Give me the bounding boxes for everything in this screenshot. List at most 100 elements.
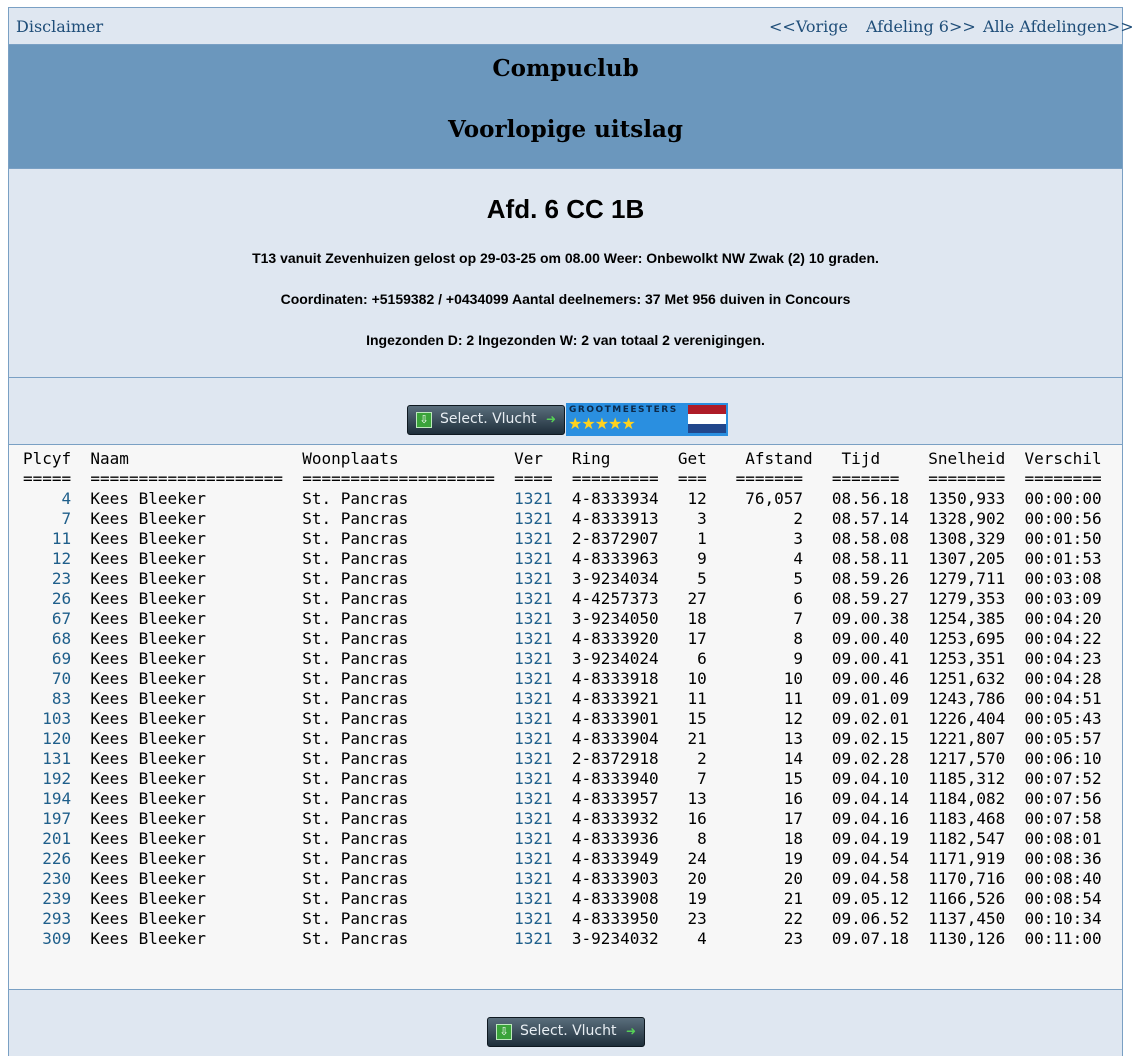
cell-plcyf[interactable]: 11 <box>23 529 71 549</box>
cell-plcyf[interactable]: 239 <box>23 889 71 909</box>
cell-verschil: 00:04:51 <box>1024 689 1102 708</box>
cell-ring: 4-8333936 <box>571 829 659 848</box>
cell-verschil: 00:01:50 <box>1024 529 1102 548</box>
table-row: 23 Kees Bleeker St. Pancras 1321 3-9234034 5 5… <box>9 569 1122 589</box>
select-vlucht-button-bottom[interactable]: ⇩ Select. Vlucht ➜ <box>487 1017 645 1047</box>
cell-plcyf[interactable]: 68 <box>23 629 71 649</box>
cell-ver[interactable]: 1321 <box>514 889 553 909</box>
cell-snelheid: 1328,902 <box>928 509 1006 528</box>
select-vlucht-button[interactable]: ⇩ Select. Vlucht ➜ <box>407 405 565 435</box>
cell-ver[interactable]: 1321 <box>514 549 553 569</box>
cell-plcyf[interactable]: 226 <box>23 849 71 869</box>
cell-ver[interactable]: 1321 <box>514 529 553 549</box>
cell-snelheid: 1350,933 <box>928 489 1006 508</box>
disclaimer-link[interactable]: Disclaimer <box>16 17 103 36</box>
cell-get: 3 <box>697 509 707 528</box>
all-afdelingen-link[interactable]: Alle Afdelingen>> <box>983 17 1132 36</box>
cell-ver[interactable]: 1321 <box>514 689 553 709</box>
cell-plcyf[interactable]: 309 <box>23 929 71 949</box>
cell-verschil: 00:05:57 <box>1024 729 1102 748</box>
column-separator: ======= <box>831 469 900 488</box>
cell-plcyf[interactable]: 192 <box>23 769 71 789</box>
cell-afstand: 2 <box>793 509 804 528</box>
cell-ver[interactable]: 1321 <box>514 649 553 669</box>
column-separator: ==== <box>514 469 553 488</box>
cell-woonplaats: St. Pancras <box>302 889 409 908</box>
cell-tijd: 09.00.38 <box>831 609 909 628</box>
cell-afstand: 21 <box>783 889 804 908</box>
cell-ring: 4-8333940 <box>571 769 659 788</box>
cell-tijd: 09.06.52 <box>831 909 909 928</box>
cell-ver[interactable]: 1321 <box>514 589 553 609</box>
table-row: 69 Kees Bleeker St. Pancras 1321 3-9234024 6 9… <box>9 649 1122 669</box>
cell-plcyf[interactable]: 26 <box>23 589 71 609</box>
cell-ver[interactable]: 1321 <box>514 489 553 509</box>
cell-naam: Kees Bleeker <box>90 809 206 828</box>
column-header-naam: Naam <box>90 449 129 468</box>
cell-plcyf[interactable]: 70 <box>23 669 71 689</box>
cell-snelheid: 1243,786 <box>928 689 1006 708</box>
cell-verschil: 00:08:40 <box>1024 869 1102 888</box>
cell-ver[interactable]: 1321 <box>514 829 553 849</box>
cell-ver[interactable]: 1321 <box>514 769 553 789</box>
top-button-row: ⇩ Select. Vlucht ➜ GROOTMEESTERS ★★★★★ <box>9 378 1122 444</box>
cell-tijd: 09.04.54 <box>831 849 909 868</box>
cell-ver[interactable]: 1321 <box>514 809 553 829</box>
cell-woonplaats: St. Pancras <box>302 729 409 748</box>
cell-plcyf[interactable]: 67 <box>23 609 71 629</box>
cell-plcyf[interactable]: 230 <box>23 869 71 889</box>
cell-ver[interactable]: 1321 <box>514 729 553 749</box>
cell-afstand: 76,057 <box>745 489 804 508</box>
grootmeesters-banner[interactable]: GROOTMEESTERS ★★★★★ <box>566 403 728 436</box>
cell-ver[interactable]: 1321 <box>514 609 553 629</box>
cell-tijd: 09.00.40 <box>831 629 909 648</box>
cell-woonplaats: St. Pancras <box>302 709 409 728</box>
cell-verschil: 00:10:34 <box>1024 909 1102 928</box>
cell-ver[interactable]: 1321 <box>514 789 553 809</box>
cell-ver[interactable]: 1321 <box>514 629 553 649</box>
cell-plcyf[interactable]: 83 <box>23 689 71 709</box>
cell-afstand: 5 <box>793 569 804 588</box>
cell-tijd: 08.58.11 <box>831 549 909 568</box>
cell-ver[interactable]: 1321 <box>514 869 553 889</box>
cell-ver[interactable]: 1321 <box>514 509 553 529</box>
cell-plcyf[interactable]: 131 <box>23 749 71 769</box>
cell-get: 1 <box>697 529 707 548</box>
cell-afstand: 6 <box>793 589 804 608</box>
cell-ver[interactable]: 1321 <box>514 709 553 729</box>
cell-ver[interactable]: 1321 <box>514 669 553 689</box>
previous-link[interactable]: <<Vorige <box>769 17 848 36</box>
cell-plcyf[interactable]: 120 <box>23 729 71 749</box>
table-row: 83 Kees Bleeker St. Pancras 1321 4-8333921 11… <box>9 689 1122 709</box>
cell-woonplaats: St. Pancras <box>302 869 409 888</box>
cell-plcyf[interactable]: 69 <box>23 649 71 669</box>
cell-ver[interactable]: 1321 <box>514 569 553 589</box>
cell-plcyf[interactable]: 103 <box>23 709 71 729</box>
cell-ver[interactable]: 1321 <box>514 929 553 949</box>
cell-plcyf[interactable]: 194 <box>23 789 71 809</box>
cell-plcyf[interactable]: 197 <box>23 809 71 829</box>
cell-plcyf[interactable]: 201 <box>23 829 71 849</box>
table-header-row: Plcyf Naam Woonplaats Ver Ring Get Afstand Tijd… <box>9 449 1122 469</box>
cell-plcyf[interactable]: 23 <box>23 569 71 589</box>
cell-tijd: 09.01.09 <box>831 689 909 708</box>
cell-plcyf[interactable]: 293 <box>23 909 71 929</box>
column-header-ring: Ring <box>571 449 611 468</box>
cell-ring: 4-8333949 <box>571 849 659 868</box>
cell-afstand: 19 <box>783 849 804 868</box>
cell-plcyf[interactable]: 4 <box>23 489 72 509</box>
column-header-snelheid: Snelheid <box>928 449 1006 468</box>
cell-verschil: 00:04:28 <box>1024 669 1102 688</box>
cell-ver[interactable]: 1321 <box>514 849 553 869</box>
cell-verschil: 00:00:56 <box>1024 509 1102 528</box>
table-row: 67 Kees Bleeker St. Pancras 1321 3-9234050 18… <box>9 609 1122 629</box>
cell-tijd: 09.02.28 <box>831 749 909 768</box>
cell-plcyf[interactable]: 12 <box>23 549 71 569</box>
cell-ver[interactable]: 1321 <box>514 909 553 929</box>
cell-woonplaats: St. Pancras <box>302 769 409 788</box>
cell-plcyf[interactable]: 7 <box>23 509 72 529</box>
cell-afstand: 13 <box>783 729 804 748</box>
cell-ver[interactable]: 1321 <box>514 749 553 769</box>
afdeling-link[interactable]: Afdeling 6>> <box>866 17 976 36</box>
column-header-get: Get <box>677 449 707 468</box>
